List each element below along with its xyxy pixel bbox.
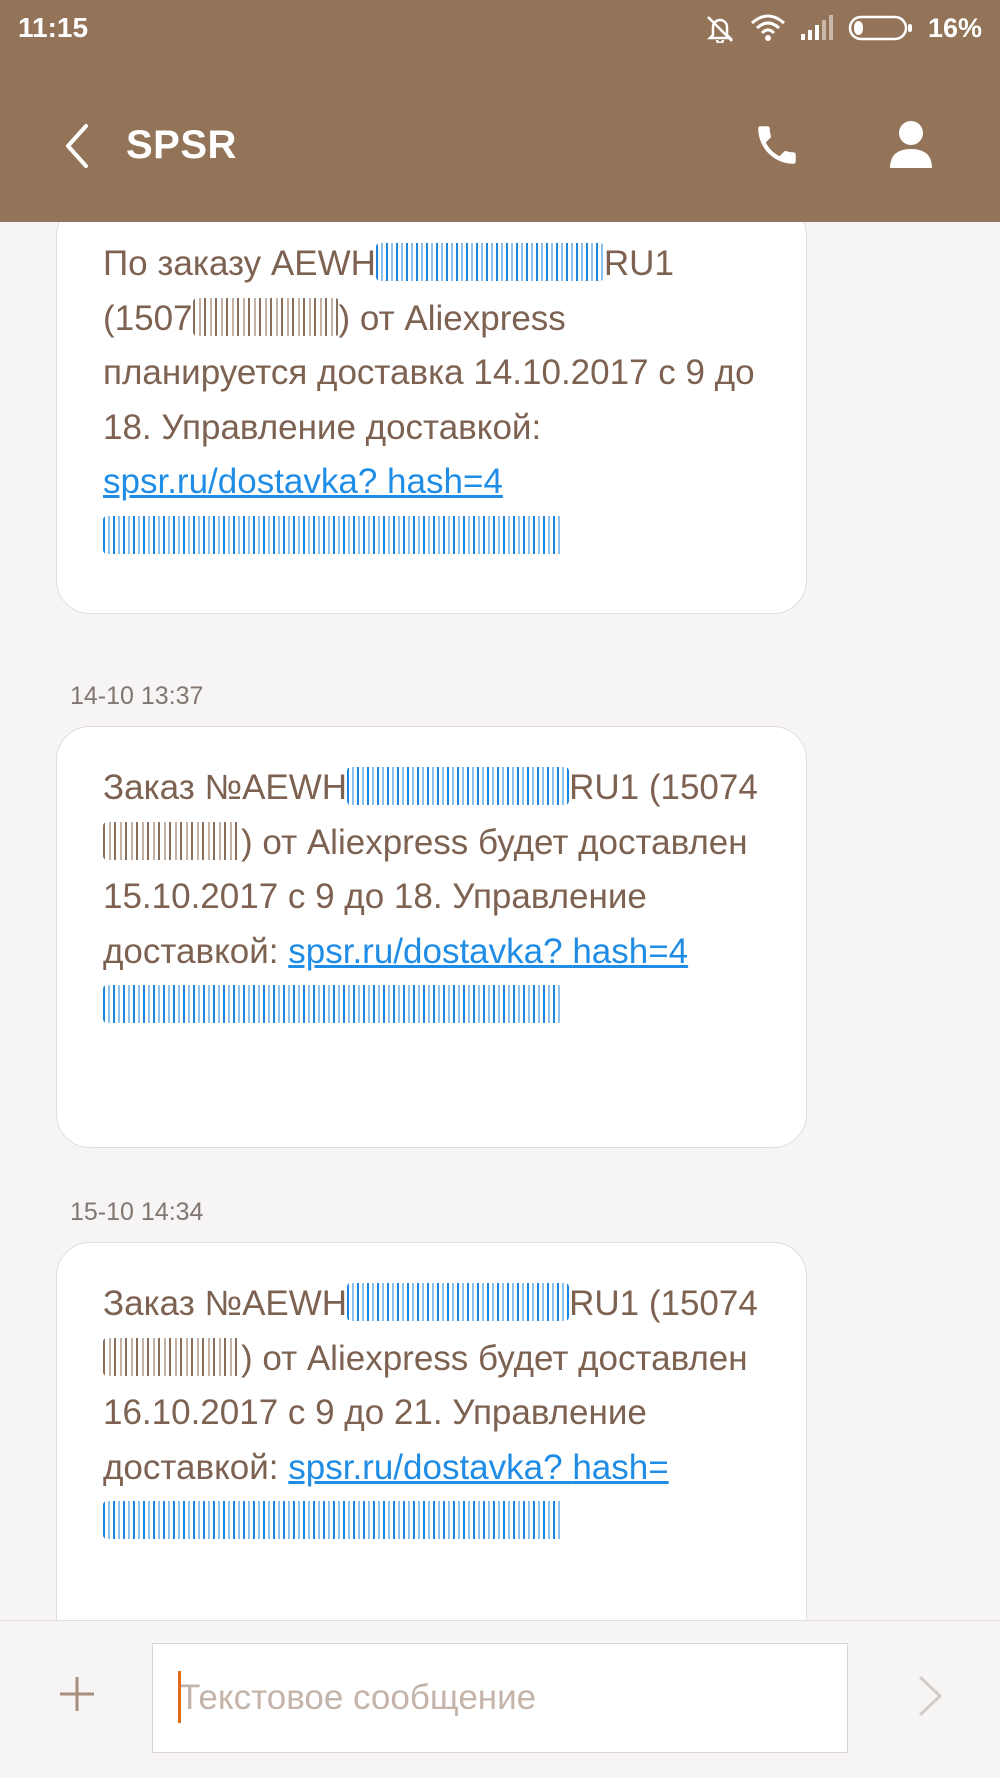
message-text: (1507: [103, 298, 193, 338]
message-thread[interactable]: По заказу AEWH RU1 (1507) от Aliexpress п…: [0, 222, 1000, 1620]
battery-icon: [848, 15, 912, 41]
redacted-number: [103, 1337, 241, 1376]
redacted-hash: [103, 985, 563, 1023]
message-text: (15074: [648, 768, 758, 807]
wifi-icon: [750, 14, 785, 41]
message-bubble[interactable]: Заказ №AEWH RU1 (15074) от Aliexpress буд…: [56, 1242, 807, 1620]
toolbar: SPSR: [0, 90, 1000, 200]
redacted-number: [192, 297, 339, 336]
plus-icon: [60, 1677, 94, 1711]
message-bubble[interactable]: Заказ №AEWH RU1 (15074) от Aliexpress буд…: [56, 726, 807, 1148]
message-text: RU1: [569, 768, 640, 807]
send-button[interactable]: [912, 1671, 946, 1721]
redacted-order-number: [347, 1283, 570, 1321]
message-input[interactable]: [152, 1643, 848, 1753]
redacted-hash: [103, 1501, 563, 1539]
back-arrow-icon: [66, 124, 88, 168]
contact-button[interactable]: [888, 118, 934, 170]
message-text: По заказу AEWH: [103, 244, 376, 283]
message-text: Заказ №AEWH: [103, 768, 348, 807]
call-button[interactable]: [752, 120, 802, 170]
message-text: RU1: [603, 244, 674, 283]
attach-button[interactable]: [52, 1669, 102, 1719]
send-icon: [918, 1675, 942, 1717]
message-timestamp: 15-10 14:34: [70, 1198, 204, 1226]
battery-percent: 16%: [927, 12, 982, 43]
conversation-title: SPSR: [126, 123, 237, 167]
delivery-link[interactable]: spsr.ru/dostavka? hash=4: [103, 462, 563, 556]
message-text: (15074: [648, 1284, 758, 1323]
redacted-number: [103, 821, 241, 860]
mute-icon: [706, 16, 733, 43]
contact-icon: [890, 121, 932, 168]
message-timestamp: 14-10 13:37: [70, 682, 204, 710]
redacted-order-number: [347, 767, 570, 805]
redacted-hash: [103, 515, 563, 554]
composer-bar: [0, 1620, 1000, 1778]
status-icons: 16%: [704, 12, 982, 44]
text-caret: [178, 1671, 181, 1723]
message-text: Заказ №AEWH: [103, 1284, 348, 1323]
status-time: 11:15: [18, 12, 89, 43]
phone-icon: [758, 126, 796, 164]
back-button[interactable]: [56, 118, 102, 174]
app-bar: 11:15 16% SPSR: [0, 0, 1000, 222]
message-bubble[interactable]: По заказу AEWH RU1 (1507) от Aliexpress п…: [56, 222, 807, 614]
redacted-order-number: [375, 243, 604, 281]
status-bar: 11:15 16%: [0, 0, 1000, 56]
message-text: RU1: [569, 1284, 640, 1323]
signal-icon: [800, 15, 833, 40]
